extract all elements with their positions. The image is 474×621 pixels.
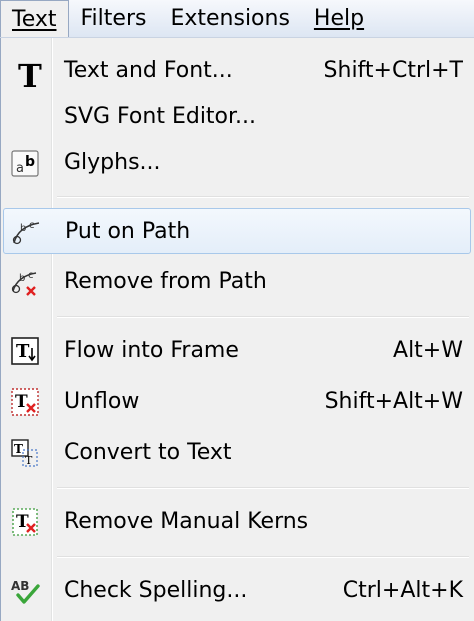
menu-item-glyphs[interactable]: a b Glyphs... [3, 140, 471, 186]
svg-text:c: c [29, 220, 35, 231]
svg-text:T: T [16, 341, 30, 362]
menu-item-remove-from-path[interactable]: b c Remove from Path [3, 259, 471, 305]
menu-separator [57, 316, 469, 318]
menu-separator [57, 196, 469, 198]
spellcheck-icon: AB [10, 576, 40, 606]
menu-item-check-spelling[interactable]: AB Check Spelling... Ctrl+Alt+K [3, 568, 471, 614]
menu-item-text-and-font[interactable]: T Text and Font... Shift+Ctrl+T [3, 48, 471, 94]
menu-text[interactable]: Text [0, 0, 69, 37]
unflow-icon: T [10, 387, 40, 417]
menu-item-label: SVG Font Editor... [64, 104, 257, 129]
menu-item-label: Flow into Frame [64, 338, 239, 363]
menu-item-label: Text and Font... [64, 58, 233, 83]
svg-text:T: T [25, 454, 33, 467]
svg-text:AB: AB [11, 579, 29, 593]
shortcut-label: Shift+Ctrl+T [323, 58, 463, 83]
menu-item-remove-manual-kerns[interactable]: T Remove Manual Kerns [3, 499, 471, 545]
menu-bar: Text Filters Extensions Help [0, 0, 474, 38]
shortcut-label: Ctrl+Alt+K [342, 578, 463, 603]
menu-extensions[interactable]: Extensions [158, 0, 301, 37]
text-font-icon: T [18, 57, 42, 95]
svg-text:T: T [16, 512, 29, 532]
menu-item-label: Glyphs... [64, 150, 161, 175]
menu-item-label: Remove Manual Kerns [64, 509, 309, 534]
menu-separator [57, 556, 469, 558]
svg-text:b: b [20, 223, 26, 234]
svg-text:T: T [15, 392, 28, 412]
menu-item-put-on-path[interactable]: b c Put on Path [3, 208, 471, 254]
shortcut-label: Shift+Alt+W [324, 389, 463, 414]
svg-text:b: b [19, 273, 25, 284]
shortcut-label: Alt+W [393, 338, 463, 363]
menu-item-flow-into-frame[interactable]: T Flow into Frame Alt+W [3, 328, 471, 374]
menu-item-label: Convert to Text [64, 440, 232, 465]
convert-to-text-icon: T T [10, 438, 40, 468]
menu-filters[interactable]: Filters [69, 0, 159, 37]
remove-from-path-icon: b c [10, 267, 40, 297]
menu-item-label: Check Spelling... [64, 578, 248, 603]
menu-item-label: Unflow [64, 389, 140, 414]
svg-text:a: a [16, 161, 24, 176]
menu-item-convert-to-text[interactable]: T T Convert to Text [3, 430, 471, 476]
svg-text:T: T [14, 442, 23, 456]
menu-item-label: Put on Path [65, 219, 191, 244]
text-menu-dropdown: T Text and Font... Shift+Ctrl+T SVG Font… [0, 38, 474, 621]
menu-item-unflow[interactable]: T Unflow Shift+Alt+W [3, 379, 471, 425]
menu-item-svg-font-editor[interactable]: SVG Font Editor... [3, 94, 471, 140]
flow-into-frame-icon: T [10, 336, 40, 366]
svg-text:c: c [28, 270, 34, 281]
menu-item-label: Remove from Path [64, 269, 267, 294]
put-on-path-icon: b c [11, 217, 41, 247]
menu-separator [57, 487, 469, 489]
glyphs-icon: a b [10, 148, 40, 178]
menu-help[interactable]: Help [302, 0, 376, 37]
remove-kerns-icon: T [10, 507, 40, 537]
svg-text:b: b [25, 154, 35, 170]
